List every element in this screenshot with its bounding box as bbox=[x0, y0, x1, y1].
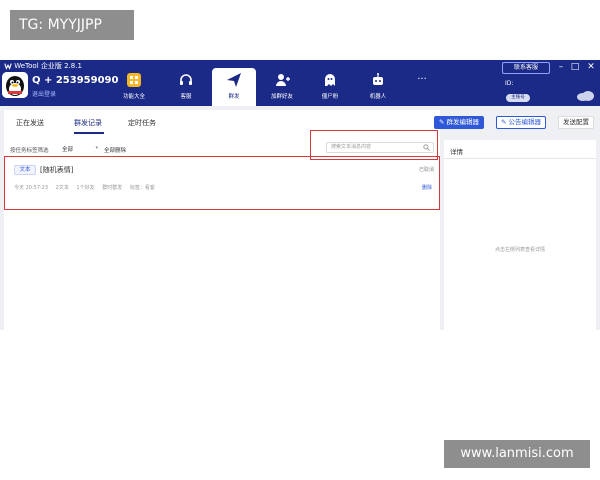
notice-editor-label: 公告编辑器 bbox=[508, 118, 542, 126]
titlebar: WeTool 企业版 2.8.1 Q + 253959090 退出登录 功能大全… bbox=[0, 60, 600, 106]
details-empty-hint: 点击左侧列表查看详情 bbox=[494, 247, 545, 253]
close-button[interactable]: ✕ bbox=[586, 61, 596, 73]
page: WeTool 企业版 2.8.1 Q + 253959090 退出登录 功能大全… bbox=[0, 0, 600, 480]
app-title: WeTool 企业版 2.8.1 bbox=[4, 61, 82, 71]
site-watermark: www.lanmisi.com bbox=[444, 440, 590, 468]
active-tab-indicator bbox=[74, 132, 104, 134]
account-number: Q + 253959090 bbox=[32, 75, 119, 86]
main-area: 正在发送 群发记录 定时任务 按任务标签筛选 全部 ▾ 全部删除 详情 点击左侧… bbox=[0, 106, 600, 330]
edit-icon: ✎ bbox=[439, 118, 447, 126]
logout-link[interactable]: 退出登录 bbox=[32, 89, 56, 98]
grid-icon bbox=[127, 73, 141, 87]
tag-filter-select[interactable]: 全部 ▾ bbox=[62, 145, 98, 155]
account-id-label: ID: bbox=[505, 80, 514, 87]
nav-item-zombie-fans[interactable]: 僵尸粉 bbox=[308, 68, 352, 106]
add-user-icon bbox=[276, 74, 290, 86]
nav-label: 机器人 bbox=[369, 94, 387, 100]
nav-item-robot[interactable]: 机器人 bbox=[356, 68, 400, 106]
qq-penguin-icon bbox=[2, 72, 28, 98]
nav-label: 僵尸粉 bbox=[321, 94, 339, 100]
nav-item-broadcast[interactable]: 群发 bbox=[212, 68, 256, 106]
robot-icon bbox=[373, 73, 383, 85]
tag-filter-value: 全部 bbox=[62, 147, 74, 153]
group-editor-label: 群发编辑器 bbox=[446, 118, 480, 126]
nav-label: 群发 bbox=[228, 94, 240, 100]
nav-item-more[interactable]: ··· bbox=[400, 68, 444, 106]
minimize-button[interactable]: – bbox=[556, 61, 566, 73]
tg-watermark: TG: MYYJJPP bbox=[10, 10, 134, 40]
send-settings-label: 发送配置 bbox=[563, 118, 589, 126]
more-icon: ··· bbox=[417, 74, 427, 85]
tag-filter-label: 按任务标签筛选 bbox=[10, 148, 49, 154]
send-settings-button[interactable]: 发送配置 bbox=[558, 116, 594, 129]
cloud-icon bbox=[577, 91, 594, 101]
wetool-logo-icon bbox=[4, 63, 12, 70]
contact-support-label: 联系客服 bbox=[513, 64, 538, 71]
app-title-text: WeTool 企业版 2.8.1 bbox=[14, 62, 82, 70]
nav-item-add-friends[interactable]: 加群好友 bbox=[260, 68, 304, 106]
headset-icon bbox=[180, 74, 192, 85]
nav-item-service[interactable]: 客服 bbox=[164, 68, 208, 106]
toolbar: ✎ 群发编辑器 ✎ 公告编辑器 发送配置 bbox=[0, 116, 600, 130]
nav-label: 功能大全 bbox=[122, 94, 145, 100]
send-icon bbox=[227, 73, 241, 87]
divider bbox=[444, 158, 596, 159]
notice-editor-button[interactable]: ✎ 公告编辑器 bbox=[496, 116, 547, 129]
nav-label: 客服 bbox=[180, 94, 192, 100]
details-title: 详情 bbox=[450, 148, 463, 156]
chevron-down-icon: ▾ bbox=[95, 145, 98, 151]
delete-all-button[interactable]: 全部删除 bbox=[104, 146, 126, 154]
nav-item-features[interactable]: 功能大全 bbox=[112, 68, 156, 106]
details-panel: 详情 点击左侧列表查看详情 bbox=[444, 140, 596, 330]
avatar[interactable] bbox=[2, 72, 28, 98]
record-annotation-box bbox=[4, 156, 440, 210]
contact-support-button[interactable]: 联系客服 bbox=[502, 62, 550, 74]
account-type-badge: 主账号 bbox=[506, 94, 530, 102]
ghost-icon bbox=[325, 74, 335, 86]
group-editor-button[interactable]: ✎ 群发编辑器 bbox=[434, 116, 485, 129]
nav-label: 加群好友 bbox=[270, 94, 293, 100]
maximize-button[interactable]: □ bbox=[570, 61, 580, 73]
edit-icon: ✎ bbox=[501, 118, 509, 126]
